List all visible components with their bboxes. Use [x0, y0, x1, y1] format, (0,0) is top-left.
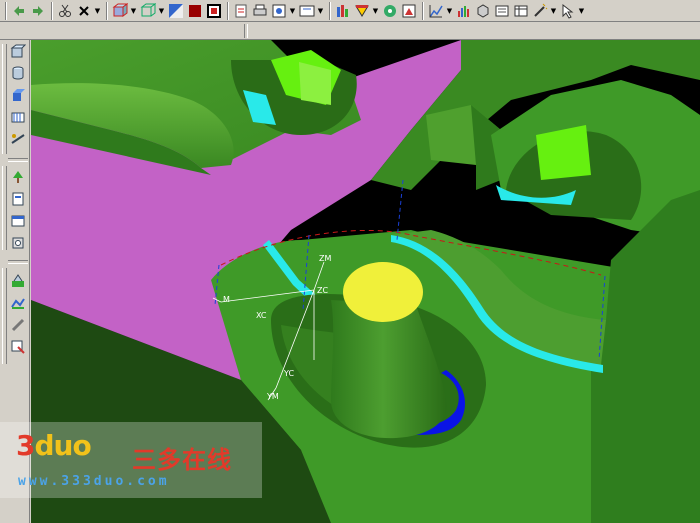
window-icon[interactable]: [9, 212, 27, 230]
toolbar-separator: [8, 260, 28, 264]
wireframe-icon[interactable]: [139, 2, 157, 20]
shaded-icon[interactable]: [167, 2, 185, 20]
toolbar-separator: [106, 1, 108, 20]
toolpath-icon[interactable]: [9, 294, 27, 312]
toolbar-separator: [227, 1, 229, 20]
axis-label-xc: XC: [256, 311, 267, 320]
watermark-brand-number: 3: [16, 429, 36, 462]
toolbar-grip[interactable]: [2, 44, 7, 154]
print-icon[interactable]: [251, 2, 269, 20]
view-orient-icon[interactable]: [111, 2, 129, 20]
display-icon[interactable]: [353, 2, 371, 20]
toolbar-separator: [8, 158, 28, 162]
filter-icon[interactable]: [474, 2, 492, 20]
toolbar-grip[interactable]: [2, 166, 7, 250]
core-top-face: [343, 262, 423, 322]
cut-icon[interactable]: [56, 2, 74, 20]
main-toolbar: ▼ ▼ ▼ ▼ ▼ ▼ ▼ ▼ ▼: [0, 0, 700, 22]
selection-icon[interactable]: [298, 2, 316, 20]
tool-icon[interactable]: [9, 316, 27, 334]
extrude-icon[interactable]: [9, 86, 27, 104]
operation-icon[interactable]: [9, 272, 27, 290]
watermark-brand-word: duo: [34, 429, 91, 462]
toolbar-separator: [422, 1, 424, 20]
toolbar-separator: [51, 1, 53, 20]
toolbar-grip[interactable]: [2, 268, 7, 364]
chevron-down-icon[interactable]: ▼: [317, 7, 324, 15]
close-icon[interactable]: [75, 2, 93, 20]
cylinder-icon[interactable]: [9, 64, 27, 82]
wand-icon[interactable]: [531, 2, 549, 20]
pointer-icon[interactable]: [559, 2, 577, 20]
document-icon[interactable]: [9, 190, 27, 208]
chevron-down-icon[interactable]: ▼: [446, 7, 453, 15]
watermark: 3duo 三多在线 www.333duo.com: [0, 422, 262, 498]
axis-label-ym: YM: [266, 392, 279, 401]
save-view-icon[interactable]: [232, 2, 250, 20]
chevron-down-icon[interactable]: ▼: [130, 7, 137, 15]
postprocess-icon[interactable]: [9, 338, 27, 356]
secondary-toolbar-strip: [0, 22, 700, 40]
watermark-logo: 3duo: [16, 429, 92, 462]
analysis-icon[interactable]: [334, 2, 352, 20]
chevron-down-icon[interactable]: ▼: [94, 7, 101, 15]
chevron-down-icon[interactable]: ▼: [372, 7, 379, 15]
chevron-down-icon[interactable]: ▼: [158, 7, 165, 15]
tree-icon[interactable]: [9, 168, 27, 186]
chevron-down-icon[interactable]: ▼: [578, 7, 585, 15]
layer-icon[interactable]: [205, 2, 223, 20]
toolbar-separator: [5, 1, 7, 20]
watermark-chinese-text: 三多在线: [132, 446, 232, 474]
info-icon[interactable]: [381, 2, 399, 20]
chevron-down-icon[interactable]: ▼: [550, 7, 557, 15]
color-icon[interactable]: [186, 2, 204, 20]
chart-icon[interactable]: [427, 2, 445, 20]
part-icon[interactable]: [9, 234, 27, 252]
table-icon[interactable]: [512, 2, 530, 20]
feature-icon[interactable]: [9, 108, 27, 126]
trim-icon[interactable]: [9, 130, 27, 148]
more-icon[interactable]: [493, 2, 511, 20]
settings-icon[interactable]: [455, 2, 473, 20]
toolbar-separator: [329, 1, 331, 20]
axis-label-zm: ZM: [319, 254, 331, 263]
undo-icon[interactable]: [10, 2, 28, 20]
axis-label-yc: YC: [283, 369, 294, 378]
chevron-down-icon[interactable]: ▼: [289, 7, 296, 15]
block-icon[interactable]: [9, 42, 27, 60]
grid-icon[interactable]: [400, 2, 418, 20]
axis-label-xm: M: [223, 295, 230, 304]
snap-icon[interactable]: [270, 2, 288, 20]
watermark-url: www.333duo.com: [18, 474, 170, 489]
axis-label-zc: ZC: [317, 286, 328, 295]
redo-icon[interactable]: [29, 2, 47, 20]
